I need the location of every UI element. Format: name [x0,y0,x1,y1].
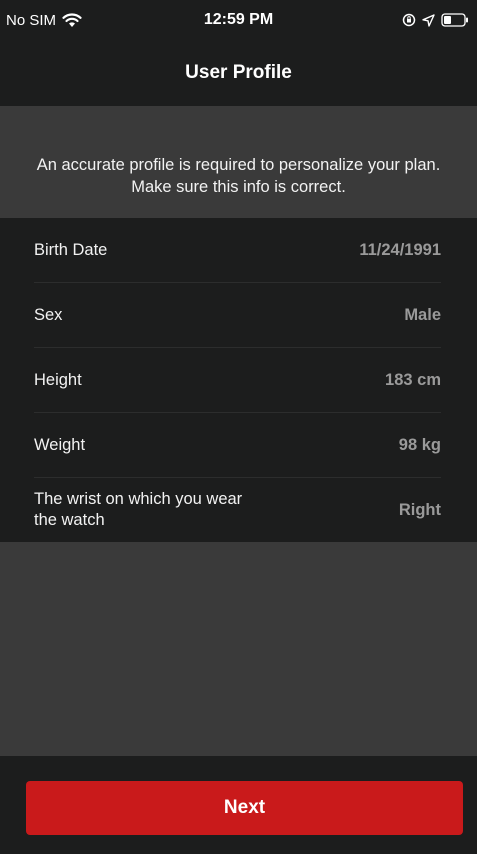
row-label: Height [34,370,82,389]
location-icon [422,13,435,27]
profile-row-sex[interactable]: Sex Male [34,283,441,348]
profile-row-height[interactable]: Height 183 cm [34,348,441,413]
row-label: The wrist on which you wear the watch [34,490,243,529]
profile-notice: An accurate profile is required to perso… [0,106,477,218]
profile-list: Birth Date 11/24/1991 Sex Male Height 18… [0,218,477,542]
row-value: 11/24/1991 [359,240,441,259]
status-bar: No SIM 12:59 PM [0,0,477,40]
row-value: Right [398,500,441,519]
row-label: Birth Date [34,240,108,259]
row-value: 183 cm [385,370,441,389]
battery-icon [441,13,469,27]
profile-row-weight[interactable]: Weight 98 kg [34,413,441,478]
row-value: Male [404,305,441,324]
status-left: No SIM [6,12,82,29]
orientation-lock-icon [402,13,416,27]
page-title: User Profile [185,62,292,83]
row-value: 98 kg [398,435,441,454]
wifi-icon [62,12,82,28]
notice-text: An accurate profile is required to perso… [36,156,441,196]
row-label: Weight [34,435,86,454]
row-label: Sex [34,305,63,324]
profile-row-birth-date[interactable]: Birth Date 11/24/1991 [34,218,441,283]
footer-bar: Next [0,756,477,854]
next-button[interactable]: Next [26,781,463,835]
navigation-bar: User Profile [0,40,477,106]
status-right [402,13,469,27]
carrier-label: No SIM [6,11,57,29]
profile-row-wrist[interactable]: The wrist on which you wear the watch Ri… [34,478,441,542]
